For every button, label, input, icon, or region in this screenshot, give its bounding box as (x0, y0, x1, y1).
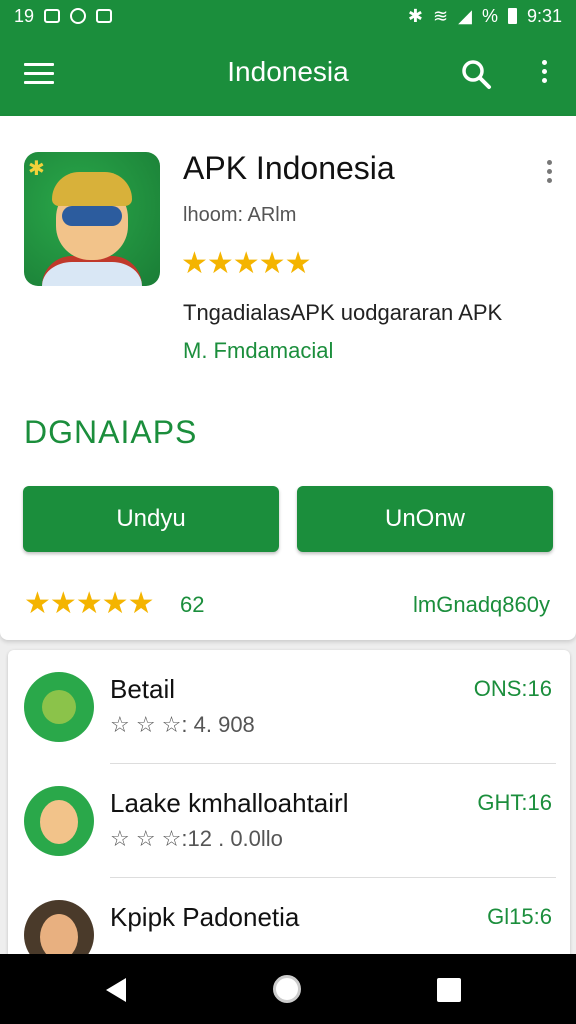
icon-hat (52, 172, 132, 206)
list-item-meta: ☆ ☆ ☆: 4. 908 (110, 712, 255, 737)
list-item-value: ONS:16 (473, 676, 552, 701)
download-button[interactable]: Undyu (23, 486, 279, 552)
icon-mask (62, 206, 122, 226)
character-icon (24, 786, 94, 856)
featured-app-card: ✱ APK Indonesia lhoom: ARlm ★★★★★ Tngadi… (0, 116, 576, 640)
search-icon[interactable] (458, 56, 494, 92)
status-time: 19 (14, 5, 35, 26)
notification-icon (44, 9, 61, 23)
icon-shirt (42, 256, 142, 286)
bottom-star-rating: ★★★★★ (24, 587, 154, 620)
notification-circle-icon (70, 8, 87, 24)
list-item-value: GHT:16 (477, 790, 552, 815)
list-item-title: Betail (110, 674, 176, 704)
app-icon[interactable]: ✱ (24, 152, 160, 286)
more-vert-icon[interactable] (534, 56, 554, 92)
rating-info: lmGnadq860y (413, 592, 550, 617)
list-item-value: Gl15:6 (487, 904, 552, 929)
back-icon[interactable] (106, 978, 126, 1002)
wifi-icon: ≋ (433, 5, 449, 26)
status-left: 19 (14, 5, 113, 27)
battery-percent: % (481, 5, 498, 26)
section-title: DGNAIAPS (24, 414, 198, 450)
list-item-meta: ☆ ☆ ☆:12 . 0.0llo (110, 826, 283, 851)
notification-shop-icon (96, 9, 113, 23)
card-more-icon[interactable] (547, 156, 552, 183)
status-bar: 19 ✱ ≋ ◢ % 9:31 (0, 0, 576, 32)
list-item-title: Laake kmhalloahtairl (110, 788, 349, 818)
signal-icon: ◢ (458, 5, 472, 26)
list-item-title: Kpipk Padonetia (110, 902, 300, 932)
rating-count: 62 (180, 592, 205, 617)
recent-apps-icon[interactable] (437, 978, 461, 1002)
star-rating: ★★★★★ (181, 247, 311, 280)
app-subtitle: lhoom: ARlm (183, 204, 297, 226)
leaf-icon: ✱ (28, 158, 45, 180)
list-item[interactable]: Betail ☆ ☆ ☆: 4. 908 ONS:16 (8, 650, 570, 764)
navigation-bar (0, 954, 576, 1024)
app-name: APK Indonesia (183, 150, 395, 186)
secondary-button[interactable]: UnOnw (297, 486, 553, 552)
app-description: TngadialasAPK uodgararan APK (183, 300, 503, 325)
app-bar: Indonesia (0, 32, 576, 116)
list-item[interactable]: Laake kmhalloahtairl ☆ ☆ ☆:12 . 0.0llo G… (8, 764, 570, 878)
bluetooth-icon: ✱ (407, 5, 423, 26)
battery-icon (507, 8, 517, 24)
app-list: Betail ☆ ☆ ☆: 4. 908 ONS:16 Laake kmhall… (8, 650, 570, 970)
home-icon[interactable] (273, 975, 301, 1003)
status-clock: 9:31 (526, 5, 562, 26)
developer-link[interactable]: M. Fmdamacial (183, 338, 333, 364)
status-right: ✱ ≋ ◢ % 9:31 (408, 6, 562, 27)
android-icon (24, 672, 94, 742)
